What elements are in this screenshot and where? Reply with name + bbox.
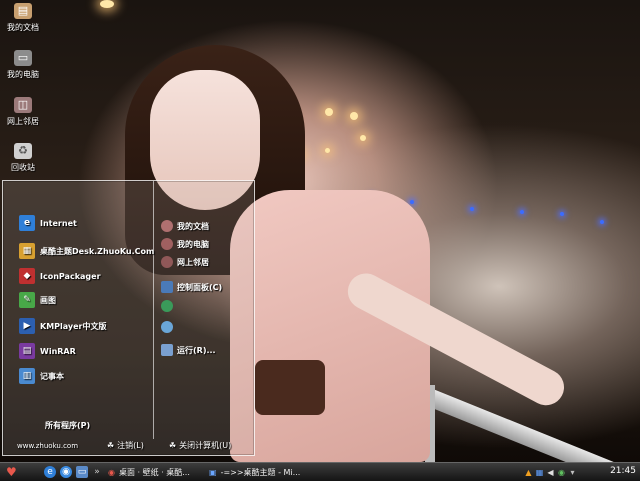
network-places-icon: ◫ — [14, 97, 32, 113]
run-icon — [161, 344, 173, 356]
start-item-internet[interactable]: e Internet — [19, 215, 77, 231]
control-panel-icon — [161, 281, 173, 293]
window-icon: ▣ — [209, 467, 217, 477]
logoff-icon: ☘ — [107, 441, 115, 450]
help-icon — [161, 300, 173, 312]
bokeh-light — [360, 135, 366, 141]
winrar-icon: ▤ — [19, 343, 35, 359]
iconpackager-icon: ◆ — [19, 268, 35, 284]
tray-chevron-icon[interactable]: ▾ — [568, 468, 577, 477]
quicklaunch-ie-icon[interactable]: e — [44, 466, 56, 478]
shutdown-label: 关闭计算机(U) — [179, 441, 232, 450]
desktop-icon-label: 网上邻居 — [7, 117, 39, 126]
browser-icon: ◉ — [108, 467, 115, 477]
shutdown-icon: ☘ — [169, 441, 177, 450]
search-icon — [161, 321, 173, 333]
start-item-label: 画图 — [40, 295, 56, 305]
taskbar-task-label: -=>>桌酷主题 - Mi... — [220, 467, 301, 477]
bokeh-light — [520, 210, 524, 214]
start-item-zhuoku-theme[interactable]: ▦ 桌酷主题Desk.ZhuoKu.Com — [19, 243, 154, 259]
quicklaunch-desktop-icon[interactable]: ▭ — [76, 466, 88, 478]
start-place-label: 我的文档 — [177, 221, 209, 231]
desktop-icon-my-computer[interactable]: ▭ 我的电脑 — [0, 50, 46, 80]
start-item-label: 记事本 — [40, 371, 64, 381]
start-item-label: 桌酷主题Desk.ZhuoKu.Com — [40, 246, 155, 256]
kmplayer-icon: ▶ — [19, 318, 35, 334]
taskbar-task-label: 桌面 · 壁纸 · 桌酷... — [118, 467, 190, 477]
system-tray: ▲ ▦ ◀ ◉ ▾ — [520, 463, 596, 481]
my-documents-icon — [161, 220, 173, 232]
desktop-icon-recycle-bin[interactable]: ♻ 回收站 — [0, 143, 46, 173]
bokeh-light — [600, 220, 604, 224]
my-documents-icon: ▤ — [14, 3, 32, 19]
recycle-bin-icon: ♻ — [14, 143, 32, 159]
start-item-winrar[interactable]: ▤ WinRAR — [19, 343, 76, 359]
zhuoku-theme-icon: ▦ — [19, 243, 35, 259]
start-place-control-panel[interactable]: 控制面板(C) — [161, 280, 222, 294]
tray-security-icon[interactable]: ◉ — [557, 468, 566, 477]
bokeh-light — [410, 200, 414, 204]
desktop-icon-network-places[interactable]: ◫ 网上邻居 — [0, 97, 46, 127]
internet-explorer-icon: e — [19, 215, 35, 231]
start-menu: e Internet ▦ 桌酷主题Desk.ZhuoKu.Com ◆ IconP… — [2, 180, 255, 456]
start-place-label: 运行(R)... — [177, 345, 216, 355]
desktop-icon-label: 我的电脑 — [7, 70, 39, 79]
desktop-icon-my-documents[interactable]: ▤ 我的文档 — [0, 3, 46, 33]
start-item-notepad[interactable]: ▥ 记事本 — [19, 368, 64, 384]
start-place-search[interactable] — [161, 320, 177, 334]
tray-app-icon[interactable]: ▲ — [524, 468, 533, 477]
start-item-paint[interactable]: ✎ 画图 — [19, 292, 56, 308]
start-place-run[interactable]: 运行(R)... — [161, 343, 216, 357]
logoff-button[interactable]: ☘ 注销(L) — [107, 440, 144, 451]
start-place-my-documents[interactable]: 我的文档 — [161, 219, 209, 233]
taskbar-clock[interactable]: 21:45 — [610, 466, 636, 476]
notepad-icon: ▥ — [19, 368, 35, 384]
wallpaper-belt — [255, 360, 325, 415]
bokeh-light — [350, 112, 358, 120]
logoff-label: 注销(L) — [117, 441, 144, 450]
bokeh-light — [560, 212, 564, 216]
start-item-label: IconPackager — [40, 271, 101, 281]
my-computer-icon — [161, 238, 173, 250]
start-place-network-places[interactable]: 网上邻居 — [161, 255, 209, 269]
start-place-my-computer[interactable]: 我的电脑 — [161, 237, 209, 251]
start-item-label: KMPlayer中文版 — [40, 321, 107, 331]
start-item-iconpackager[interactable]: ◆ IconPackager — [19, 268, 101, 284]
network-places-icon — [161, 256, 173, 268]
start-item-kmplayer[interactable]: ▶ KMPlayer中文版 — [19, 318, 107, 334]
shutdown-button[interactable]: ☘ 关闭计算机(U) — [169, 440, 231, 451]
start-menu-footer-url: www.zhuoku.com — [17, 442, 79, 450]
my-computer-icon: ▭ — [14, 50, 32, 66]
start-item-label: Internet — [40, 218, 77, 228]
quicklaunch-expand-icon[interactable]: » — [91, 466, 103, 478]
bokeh-light — [470, 207, 474, 211]
start-place-label: 控制面板(C) — [177, 282, 223, 292]
bokeh-light — [325, 108, 333, 116]
bokeh-light — [325, 148, 330, 153]
start-button[interactable]: ♥ — [6, 465, 26, 479]
start-place-label: 网上邻居 — [177, 257, 209, 267]
paint-icon: ✎ — [19, 292, 35, 308]
desktop-icon-label: 回收站 — [11, 163, 35, 172]
start-place-help[interactable] — [161, 299, 177, 313]
tray-volume-icon[interactable]: ◀ — [546, 468, 555, 477]
desktop-icon-label: 我的文档 — [7, 23, 39, 32]
start-item-label: WinRAR — [40, 346, 76, 356]
all-programs-button[interactable]: 所有程序(P) — [45, 420, 90, 431]
taskbar-task-browser[interactable]: ◉ 桌面 · 壁纸 · 桌酷... — [104, 465, 200, 479]
tray-network-icon[interactable]: ▦ — [535, 468, 544, 477]
heart-start-icon: ♥ — [6, 465, 17, 479]
street-light — [100, 0, 114, 8]
start-place-label: 我的电脑 — [177, 239, 209, 249]
taskbar-task-window[interactable]: ▣ -=>>桌酷主题 - Mi... — [205, 465, 305, 479]
quicklaunch-browser-icon[interactable]: ◉ — [60, 466, 72, 478]
taskbar: ♥ e ◉ ▭ » ◉ 桌面 · 壁纸 · 桌酷... ▣ -=>>桌酷主题 -… — [0, 462, 640, 481]
